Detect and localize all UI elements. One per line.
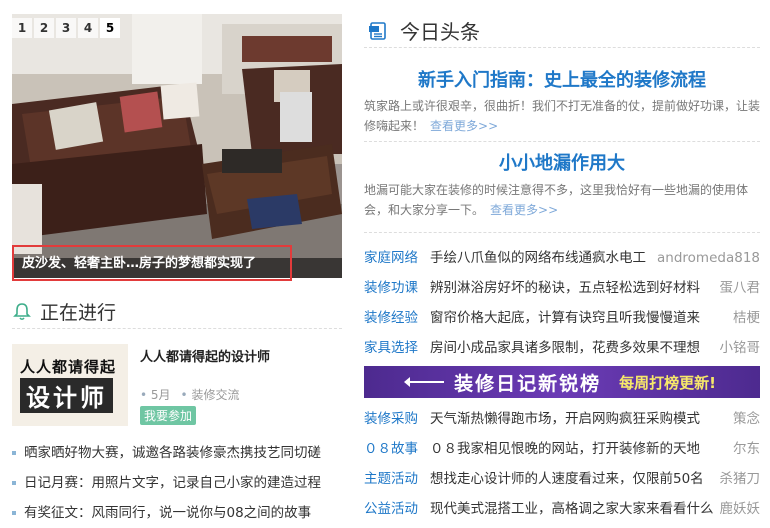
slide-dot-1[interactable]: 1 bbox=[12, 18, 32, 38]
event-category: 装修交流 bbox=[181, 386, 239, 403]
news-row: 主题活动 想找走心设计师的人速度看过来，仅限前50名 杀猪刀 bbox=[364, 464, 764, 494]
image-slider[interactable]: 1 2 3 4 5 bbox=[12, 14, 342, 278]
list-item-text[interactable]: 日记月赛：用照片文字，记录自己小家的建造过程 bbox=[24, 475, 321, 491]
list-item[interactable]: 有奖征文：风雨同行，说一说你与08之间的故事 bbox=[12, 498, 346, 528]
news-title-link[interactable]: ０８我家相见恨晚的网站，打开装修新的天地 bbox=[430, 441, 700, 457]
list-item-text[interactable]: 有奖征文：风雨同行，说一说你与08之间的故事 bbox=[24, 505, 311, 521]
slide-dot-5[interactable]: 5 bbox=[100, 18, 120, 38]
news-category-link[interactable]: 主题活动 bbox=[364, 464, 430, 494]
headline-2-summary: 地漏可能大家在装修的时候注意得不多，这里我恰好有一些地漏的使用体会，和大家分享一… bbox=[364, 180, 760, 220]
news-row: 家具选择 房间小成品家具诸多限制，花费多效果不理想 小铭哥 bbox=[364, 333, 764, 363]
newspaper-icon bbox=[369, 21, 386, 40]
bullet-icon bbox=[12, 511, 16, 515]
news-title-link[interactable]: 房间小成品家具诸多限制，花费多效果不理想 bbox=[430, 340, 700, 356]
news-category-link[interactable]: 装修采购 bbox=[364, 404, 430, 434]
headline-2-link[interactable]: 小小地漏作用大 bbox=[364, 149, 760, 175]
arrow-left-icon bbox=[404, 377, 445, 387]
list-item[interactable]: 晒家晒好物大赛，诚邀各路装修豪杰携技艺同切磋 bbox=[12, 438, 346, 468]
news-category-link[interactable]: 装修功课 bbox=[364, 273, 430, 303]
slider-pagination: 1 2 3 4 5 bbox=[12, 18, 120, 38]
news-title-link[interactable]: 天气渐热懒得跑市场，开启网购疯狂采购模式 bbox=[430, 411, 700, 427]
news-author[interactable]: 杀猪刀 bbox=[713, 464, 760, 494]
event-thumbnail[interactable]: 人人都请得起的 设计师 bbox=[12, 344, 128, 426]
list-item[interactable]: 日记月赛：用照片文字，记录自己小家的建造过程 bbox=[12, 468, 346, 498]
list-item-text[interactable]: 晒家晒好物大赛，诚邀各路装修豪杰携技艺同切磋 bbox=[24, 445, 321, 461]
event-month: 5月 bbox=[140, 386, 171, 403]
news-category-link[interactable]: 装修经验 bbox=[364, 303, 430, 333]
headline-1-link[interactable]: 新手入门指南：史上最全的装修流程 bbox=[364, 66, 760, 92]
living-room-photo[interactable] bbox=[12, 14, 342, 278]
news-category-link[interactable]: 家庭网络 bbox=[364, 243, 430, 273]
news-row: ０８故事 ０８我家相见恨晚的网站，打开装修新的天地 尔东 bbox=[364, 434, 764, 464]
diary-ranking-banner[interactable]: 装修日记新锐榜 每周打榜更新! bbox=[364, 366, 760, 398]
news-title-link[interactable]: 窗帘价格大起底，计算有诀窍且听我慢慢道来 bbox=[430, 310, 700, 326]
bell-icon bbox=[13, 302, 31, 320]
event-title-link[interactable]: 人人都请得起的设计师 bbox=[140, 346, 270, 365]
bullet-icon bbox=[12, 451, 16, 455]
divider bbox=[364, 232, 760, 233]
news-row: 装修经验 窗帘价格大起底，计算有诀窍且听我慢慢道来 桔梗 bbox=[364, 303, 764, 333]
headline-1-summary-text: 筑家路上或许很艰辛，很曲折！我们不打无准备的仗，提前做好功课，让装修嗨起来！ bbox=[364, 99, 761, 133]
news-author[interactable]: 桔梗 bbox=[727, 303, 760, 333]
headline-1-more-link[interactable]: 查看更多>> bbox=[430, 119, 498, 133]
news-section-header: 今日头条 bbox=[364, 14, 760, 48]
news-title-link[interactable]: 辨别淋浴房好坏的秘诀，五点轻松选到好材料 bbox=[430, 280, 700, 296]
news-author[interactable]: 尔东 bbox=[727, 434, 760, 464]
news-row: 装修采购 天气渐热懒得跑市场，开启网购疯狂采购模式 策念 bbox=[364, 404, 764, 434]
headline-1-summary: 筑家路上或许很艰辛，很曲折！我们不打无准备的仗，提前做好功课，让装修嗨起来！ 查看… bbox=[364, 96, 760, 136]
ongoing-section-title: 正在进行 bbox=[40, 302, 117, 324]
bullet-icon bbox=[12, 481, 16, 485]
news-category-link[interactable]: 公益活动 bbox=[364, 494, 430, 524]
slide-dot-2[interactable]: 2 bbox=[34, 18, 54, 38]
event-card: 人人都请得起的 设计师 人人都请得起的设计师 5月 装修交流 我要参加 bbox=[12, 344, 342, 430]
headline-2-more-link[interactable]: 查看更多>> bbox=[490, 203, 558, 217]
slide-caption-link[interactable]: 皮沙发、轻奢主卧…房子的梦想都实现了 bbox=[12, 245, 292, 281]
news-category-link[interactable]: ０８故事 bbox=[364, 434, 430, 464]
news-title-link[interactable]: 想找走心设计师的人速度看过来，仅限前50名 bbox=[430, 471, 704, 487]
ongoing-section-header: 正在进行 bbox=[12, 295, 342, 329]
slide-dot-3[interactable]: 3 bbox=[56, 18, 76, 38]
news-author[interactable]: 策念 bbox=[727, 404, 760, 434]
slide-dot-4[interactable]: 4 bbox=[78, 18, 98, 38]
ongoing-list: 晒家晒好物大赛，诚邀各路装修豪杰携技艺同切磋 日记月赛：用照片文字，记录自己小家… bbox=[12, 438, 346, 528]
news-row: 装修功课 辨别淋浴房好坏的秘诀，五点轻松选到好材料 蛋八君 bbox=[364, 273, 764, 303]
news-title-link[interactable]: 现代美式混搭工业，高格调之家大家来看看什么 bbox=[430, 501, 714, 517]
banner-sub-text: 每周打榜更新! bbox=[619, 373, 716, 392]
news-row: 公益活动 现代美式混搭工业，高格调之家大家来看看什么 鹿妖妖 bbox=[364, 494, 764, 524]
event-meta: 5月 装修交流 bbox=[140, 386, 240, 403]
join-button[interactable]: 我要参加 bbox=[140, 406, 197, 425]
news-section-title: 今日头条 bbox=[400, 20, 480, 44]
news-author[interactable]: 鹿妖妖 bbox=[713, 494, 760, 524]
news-author[interactable]: 小铭哥 bbox=[713, 333, 760, 363]
news-row: 家庭网络 手绘八爪鱼似的网络布线通疯水电工 andromeda818 bbox=[364, 243, 764, 273]
news-title-link[interactable]: 手绘八爪鱼似的网络布线通疯水电工 bbox=[430, 250, 646, 266]
news-author[interactable]: 蛋八君 bbox=[713, 273, 760, 303]
thumb-text-line2: 设计师 bbox=[20, 378, 113, 413]
news-author[interactable]: andromeda818 bbox=[651, 243, 760, 273]
news-category-link[interactable]: 家具选择 bbox=[364, 333, 430, 363]
banner-main-text: 装修日记新锐榜 bbox=[454, 372, 602, 395]
divider bbox=[364, 141, 760, 142]
